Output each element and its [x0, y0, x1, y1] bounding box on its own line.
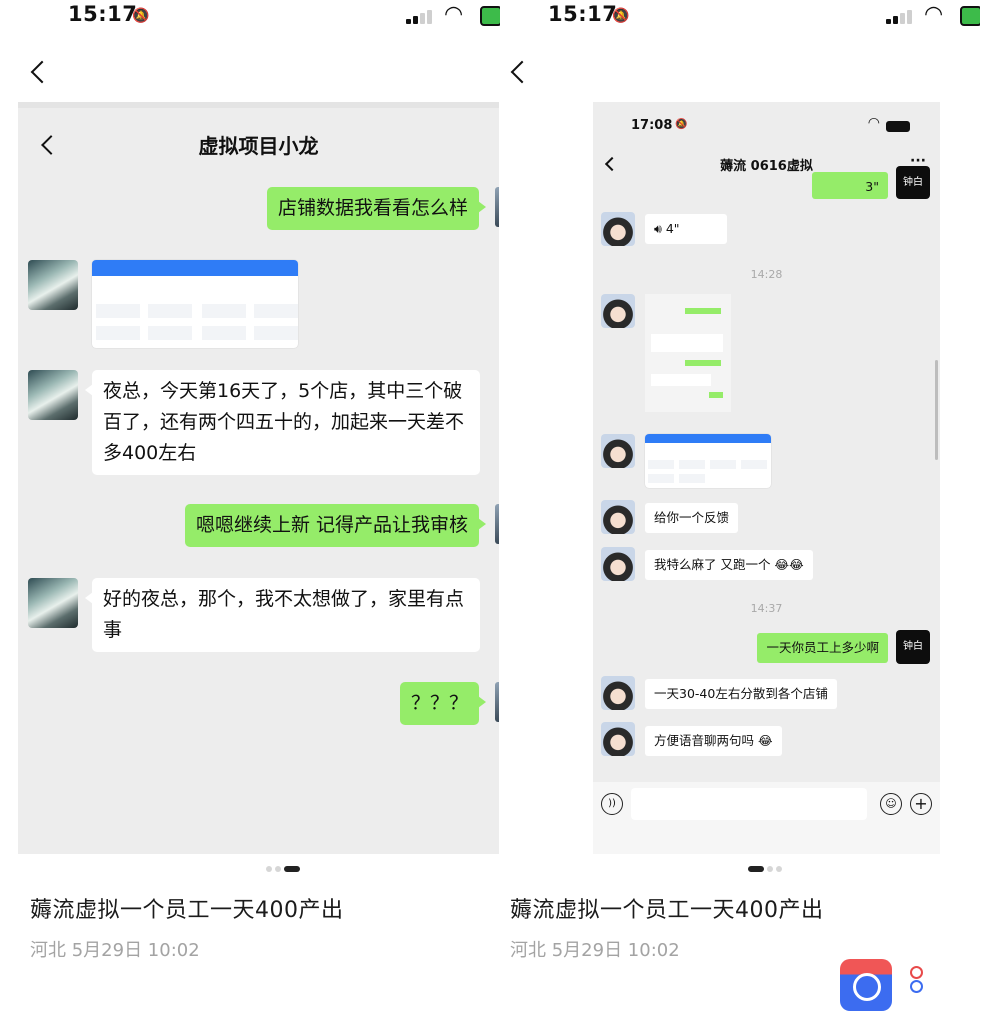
- battery-icon: [886, 121, 910, 132]
- status-icons: ◠: [880, 2, 980, 27]
- plus-icon[interactable]: +: [910, 793, 932, 815]
- input-bar: )) ☺ +: [593, 782, 940, 854]
- wifi-icon: ◠: [444, 2, 464, 27]
- page-indicator: [266, 866, 303, 872]
- avatar: [601, 434, 635, 468]
- post-meta: 河北 5月29日 10:02: [510, 940, 680, 961]
- inner-status-time: 17:08: [631, 118, 673, 133]
- avatar: [28, 370, 78, 420]
- message-bubble: 嗯嗯继续上新 记得产品让我审核: [184, 504, 487, 547]
- post-right: 15:17 🔕 ◠ 17:08 🔕 ◠ 薅流 0616虚拟 ··· 3" 钟白 …: [480, 0, 980, 1015]
- voice-message[interactable]: 3": [812, 172, 888, 199]
- post-meta: 河北 5月29日 10:02: [30, 940, 200, 961]
- chat-screenshot-left[interactable]: 虚拟项目小龙 店铺数据我看看怎么样 夜总，今天第16天了，5个店，其中三个破百了…: [18, 102, 499, 854]
- page-indicator: [748, 866, 785, 872]
- status-bar: 15:17 🔕 ◠: [480, 0, 980, 28]
- avatar: 钟白: [896, 166, 930, 199]
- signal-icon: [886, 8, 916, 24]
- post-left: 15:17 🔕 ◠ 虚拟项目小龙 店铺数据我看看怎么样 夜总，今天第16天了，5…: [0, 0, 500, 1015]
- status-bar: 15:17 🔕 ◠: [0, 0, 500, 28]
- back-button[interactable]: [508, 58, 534, 88]
- message-bubble: 我特么麻了 又跑一个 😂😂: [645, 550, 813, 580]
- timestamp: 14:37: [750, 602, 783, 615]
- signal-icon: [406, 8, 436, 24]
- message-bubble: 店铺数据我看看怎么样: [266, 187, 487, 230]
- bell-muted-icon: 🔕: [675, 119, 688, 130]
- avatar: 钟白: [896, 630, 930, 664]
- voice-input-icon[interactable]: )): [601, 793, 623, 815]
- avatar: [601, 294, 635, 328]
- post-caption: 薅流虚拟一个员工一天400产出: [30, 898, 344, 923]
- chat-title: 薅流 0616虚拟: [720, 159, 813, 174]
- back-button[interactable]: [28, 58, 54, 88]
- avatar: [601, 500, 635, 534]
- status-time: 15:17: [548, 2, 618, 26]
- image-message[interactable]: [645, 294, 731, 412]
- camera-button[interactable]: [840, 959, 892, 1011]
- red-dot-icon: [910, 966, 923, 979]
- message-bubble: 夜总，今天第16天了，5个店，其中三个破百了，还有两个四五十的，加起来一天差不多…: [85, 370, 480, 475]
- laugh-emoji-icon: 😂😂: [774, 557, 804, 572]
- message-bubble: ？？？: [399, 682, 487, 725]
- image-message[interactable]: [92, 260, 298, 348]
- status-time: 15:17: [68, 2, 138, 26]
- avatar: [601, 676, 635, 710]
- voice-message[interactable]: 🔊︎ 4": [645, 214, 727, 244]
- wifi-icon: ◠: [867, 115, 880, 131]
- voice-icon: 🔊︎: [654, 221, 666, 236]
- message-bubble: 一天30-40左右分散到各个店铺: [645, 679, 837, 709]
- post-caption: 薅流虚拟一个员工一天400产出: [510, 898, 824, 923]
- bell-muted-icon: 🔕: [132, 8, 150, 24]
- message-input[interactable]: [631, 788, 867, 820]
- timestamp: 14:28: [750, 268, 783, 281]
- message-bubble: 一天你员工上多少啊: [757, 633, 888, 663]
- avatar: [28, 578, 78, 628]
- laugh-emoji-icon: 😂: [758, 733, 773, 748]
- bell-muted-icon: 🔕: [612, 8, 630, 24]
- blue-dot-icon: [910, 980, 923, 993]
- message-bubble: 好的夜总，那个，我不太想做了，家里有点事: [85, 578, 480, 652]
- chat-screenshot-right[interactable]: 17:08 🔕 ◠ 薅流 0616虚拟 ··· 3" 钟白 🔊︎ 4" 14:2…: [593, 102, 940, 854]
- battery-icon: [960, 6, 980, 26]
- avatar: [601, 547, 635, 581]
- scrollbar[interactable]: [935, 360, 938, 460]
- message-bubble: 给你一个反馈: [645, 503, 739, 533]
- image-message[interactable]: [645, 434, 771, 488]
- emoji-icon[interactable]: ☺: [880, 793, 902, 815]
- message-bubble: 方便语音聊两句吗 😂: [645, 726, 782, 756]
- avatar: [601, 212, 635, 246]
- avatar: [601, 722, 635, 756]
- avatar: [28, 260, 78, 310]
- wifi-icon: ◠: [924, 2, 944, 27]
- chat-title: 虚拟项目小龙: [198, 134, 319, 158]
